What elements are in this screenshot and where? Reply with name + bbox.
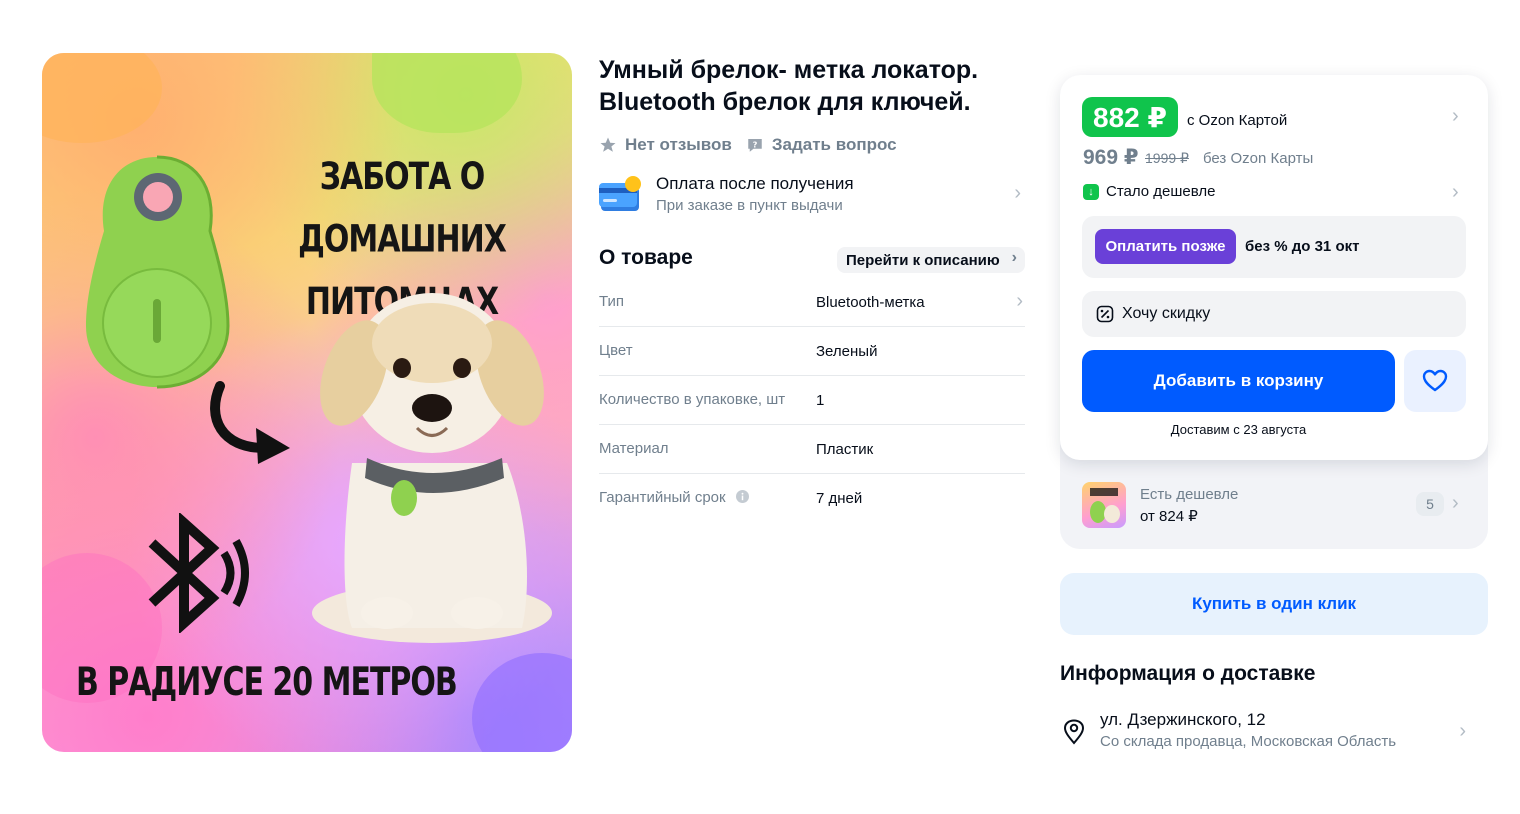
location-pin-icon bbox=[1063, 719, 1085, 745]
payment-cards-icon bbox=[599, 176, 641, 211]
svg-text:?: ? bbox=[752, 139, 757, 149]
decor-blob bbox=[42, 53, 162, 143]
chevron-right-icon: › bbox=[1011, 249, 1017, 266]
spec-value: Bluetooth-метка bbox=[816, 294, 925, 311]
about-heading: О товаре bbox=[599, 246, 693, 269]
pay-after-title: Оплата после получения bbox=[656, 174, 854, 193]
regular-price: 969 ₽ bbox=[1083, 146, 1139, 169]
ask-question-label: Задать вопрос bbox=[771, 135, 897, 154]
goto-description-label: Перейти к описанию bbox=[846, 251, 1000, 269]
delivery-address-row[interactable]: ул. Дзержинского, 12 Со склада продавца,… bbox=[1060, 710, 1488, 754]
bluetooth-icon bbox=[148, 513, 249, 633]
reviews-label: Нет отзывов bbox=[625, 135, 732, 154]
favorite-button[interactable] bbox=[1404, 350, 1466, 412]
buy-one-click-button[interactable]: Купить в один клик bbox=[1060, 573, 1488, 635]
goto-description-button[interactable]: Перейти к описанию › bbox=[837, 247, 1025, 273]
product-image[interactable]: ЗАБОТА О ДОМАШНИХ ПИТОМЦАХ В РАДИУСЕ 20 … bbox=[42, 53, 572, 752]
spec-key: Гарантийный срок bbox=[599, 489, 749, 506]
spec-key: Тип bbox=[599, 293, 625, 310]
image-headline-line: ЗАБОТА О ДОМАШНИХ bbox=[298, 155, 507, 262]
star-icon bbox=[600, 137, 616, 152]
decor-blob bbox=[372, 53, 522, 133]
ozon-card-price-label: с Ozon Картой bbox=[1187, 112, 1288, 129]
spec-row: Гарантийный срок 7 дней bbox=[599, 474, 1025, 523]
arrow-down-icon: ↓ bbox=[1083, 183, 1099, 200]
specs-table: Тип Bluetooth-метка › Цвет Зеленый Колич… bbox=[599, 278, 1025, 523]
spec-value: 1 bbox=[816, 392, 825, 409]
delivery-date: Доставим с 23 августа bbox=[1170, 422, 1307, 437]
price-dropped-label: Стало дешевле bbox=[1106, 183, 1216, 200]
want-discount-button[interactable]: Хочу скидку bbox=[1082, 291, 1466, 337]
offers-count-badge: 5 bbox=[1416, 492, 1444, 516]
chevron-right-icon: › bbox=[1014, 182, 1021, 204]
cheaper-offers-row[interactable]: Есть дешевле от 824 ₽ 5 › bbox=[1082, 480, 1466, 530]
chevron-right-icon[interactable]: › bbox=[1452, 105, 1459, 128]
reviews-link[interactable]: Нет отзывов bbox=[599, 135, 732, 155]
heart-icon bbox=[1422, 369, 1448, 392]
ozon-card-price[interactable]: 882 ₽ bbox=[1082, 97, 1178, 137]
delivery-heading: Информация о доставке bbox=[1060, 662, 1316, 685]
chevron-right-icon: › bbox=[1452, 492, 1459, 514]
pay-later-button[interactable]: Оплатить позже bbox=[1095, 229, 1236, 264]
spec-row: Цвет Зеленый bbox=[599, 327, 1025, 376]
ask-question-link[interactable]: ? Задать вопрос bbox=[746, 135, 897, 155]
product-meta-row: Нет отзывов ? Задать вопрос bbox=[599, 134, 897, 156]
spec-row: Материал Пластик bbox=[599, 425, 1025, 474]
spec-row[interactable]: Тип Bluetooth-метка › bbox=[599, 278, 1025, 327]
spec-key: Материал bbox=[599, 440, 669, 457]
delivery-source: Со склада продавца, Московская Область bbox=[1100, 733, 1397, 750]
keyfinder-tag-image bbox=[86, 155, 230, 389]
spec-value: Пластик bbox=[816, 441, 874, 458]
old-price: 1999 ₽ bbox=[1145, 150, 1189, 166]
spec-key: Количество в упаковке, шт bbox=[599, 391, 786, 408]
offer-thumbnail bbox=[1082, 482, 1126, 528]
offer-thumbnail-image bbox=[1090, 488, 1120, 523]
info-icon[interactable] bbox=[735, 490, 749, 503]
product-title: Умный брелок- метка локатор. Bluetooth б… bbox=[599, 56, 979, 116]
spec-row: Количество в упаковке, шт 1 bbox=[599, 376, 1025, 425]
chevron-right-icon: › bbox=[1459, 720, 1466, 742]
spec-value: 7 дней bbox=[816, 490, 863, 507]
want-discount-label: Хочу скидку bbox=[1122, 305, 1211, 322]
pay-later-terms: без % до 31 окт bbox=[1245, 238, 1360, 255]
spec-key-label: Гарантийный срок bbox=[599, 489, 726, 506]
add-to-cart-button[interactable]: Добавить в корзину bbox=[1082, 350, 1395, 412]
chevron-right-icon: › bbox=[1016, 290, 1023, 312]
price-dropped-row[interactable]: ↓ Стало дешевле bbox=[1083, 183, 1216, 200]
discount-tag-icon bbox=[1096, 305, 1114, 323]
question-bubble-icon: ? bbox=[748, 139, 762, 152]
puppy-image bbox=[312, 293, 552, 643]
chevron-right-icon[interactable]: › bbox=[1452, 181, 1459, 204]
pay-after-receipt[interactable]: Оплата после получения При заказе в пунк… bbox=[599, 172, 1025, 218]
delivery-address: ул. Дзержинского, 12 bbox=[1100, 710, 1266, 729]
pay-after-subtitle: При заказе в пункт выдачи bbox=[656, 197, 843, 214]
no-card-label: без Ozon Карты bbox=[1203, 150, 1314, 167]
image-radius-text: В РАДИУСЕ 20 МЕТРОВ bbox=[76, 659, 458, 706]
cheaper-offers-title: Есть дешевле bbox=[1140, 486, 1239, 503]
spec-value: Зеленый bbox=[816, 343, 878, 360]
cheaper-offers-price: от 824 ₽ bbox=[1140, 508, 1198, 525]
spec-key: Цвет bbox=[599, 342, 633, 359]
